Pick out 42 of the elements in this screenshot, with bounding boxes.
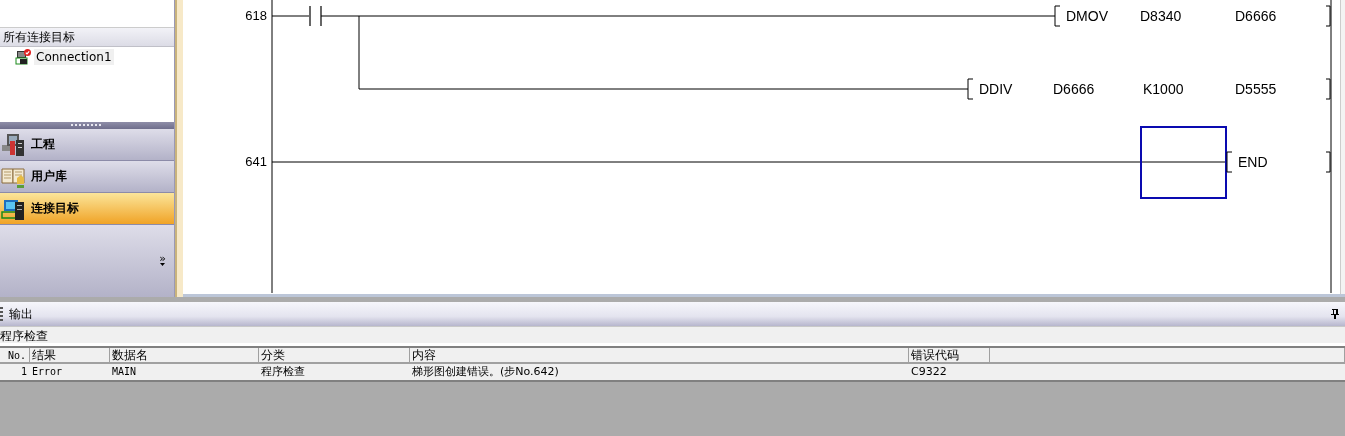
computer-icon	[15, 49, 31, 65]
right-bracket	[1325, 151, 1331, 173]
check-title: 程序检查	[0, 326, 1345, 346]
instruction-name: DDIV	[979, 81, 1013, 97]
step-number: 641	[245, 154, 267, 169]
step-number: 618	[245, 8, 267, 23]
table-cell-text: C9322	[910, 364, 948, 380]
operand-text: D8340	[1140, 8, 1182, 24]
scrollbar[interactable]	[1340, 0, 1345, 294]
left-bracket	[1054, 5, 1061, 27]
table-cell-text: 程序检查	[260, 364, 306, 380]
table-cell-text: MAIN	[111, 365, 138, 379]
table-cell-text: 1	[19, 365, 28, 379]
column-header[interactable]: 内容	[410, 348, 909, 363]
more-button[interactable]: »	[159, 255, 166, 267]
column-header[interactable]: 结果	[30, 348, 110, 363]
instruction-name: DMOV	[1066, 8, 1108, 24]
nav-button[interactable]: 连接目标	[0, 192, 174, 225]
operand-text: D5555	[1235, 81, 1277, 97]
instruction-name: END	[1238, 154, 1268, 170]
column-header[interactable]: 错误代码	[909, 348, 990, 363]
right-bracket	[1325, 78, 1331, 100]
computer-tower-icon	[1, 131, 27, 157]
column-header[interactable]: 数据名	[110, 348, 259, 363]
right-bracket	[1325, 5, 1331, 27]
table-cell-text: 梯形图创建错误。(步No.642)	[411, 364, 560, 380]
operand-text: D6666	[1053, 81, 1095, 97]
operand-text: D6666	[1235, 8, 1277, 24]
left-bracket	[967, 78, 974, 100]
nav-button[interactable]: 用户库	[0, 160, 174, 193]
operand-text: K1000	[1143, 81, 1184, 97]
section-title: 所有连接目标	[0, 27, 174, 47]
column-header[interactable]: No.	[0, 348, 30, 363]
nav-button[interactable]: 工程	[0, 128, 174, 161]
grip-icon[interactable]	[0, 307, 3, 321]
table-cell-text: Error	[31, 365, 64, 379]
panel-title: 输出	[9, 306, 33, 323]
tree-item[interactable]: Connection1	[34, 49, 114, 65]
splitter-handle[interactable]	[0, 121, 174, 129]
column-header[interactable]: 分类	[259, 348, 410, 363]
pin-icon[interactable]	[1331, 309, 1339, 319]
left-bracket	[1226, 151, 1233, 173]
